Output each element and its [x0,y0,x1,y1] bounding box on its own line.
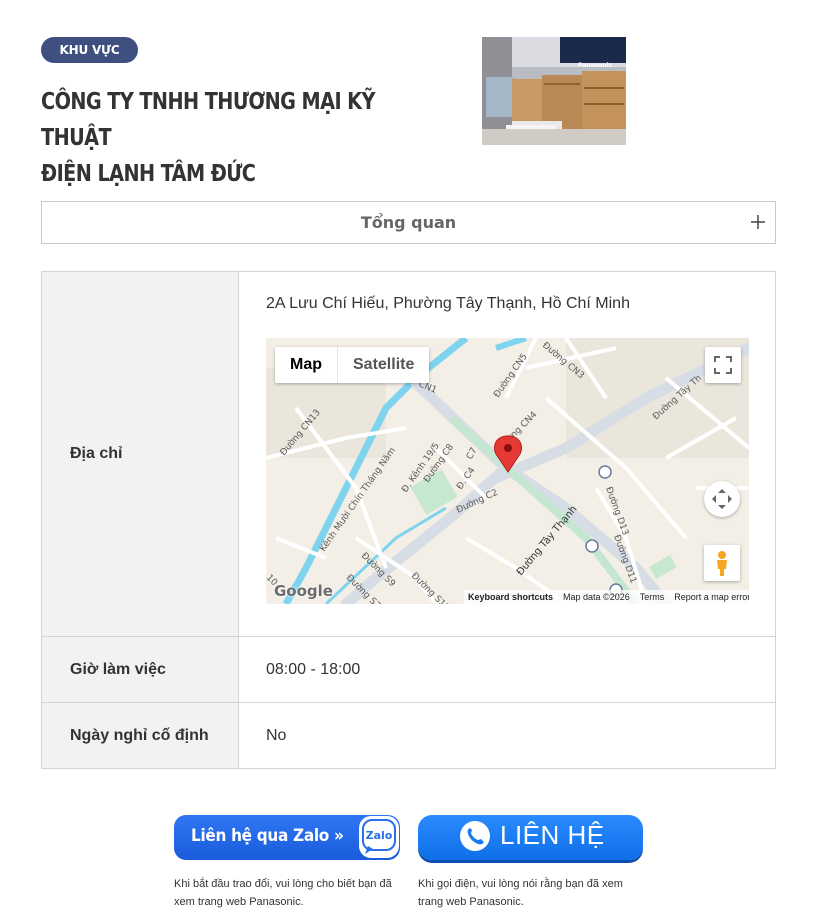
fullscreen-button[interactable] [705,347,741,383]
terms-link[interactable]: Terms [640,590,665,604]
google-logo: Google [274,582,333,600]
hours-value: 08:00 - 18:00 [238,636,776,703]
overview-accordion[interactable]: Tổng quan [41,201,776,244]
map-type-satellite-button[interactable]: Satellite [338,347,429,383]
map-type-map-button[interactable]: Map [275,347,338,383]
address-cell: 2A Lưu Chí Hiếu, Phường Tây Thạnh, Hồ Ch… [238,271,776,637]
zalo-icon: Zalo [359,816,399,858]
phone-icon [460,821,490,851]
details-table: Địa chỉ 2A Lưu Chí Hiếu, Phường Tây Thạn… [41,271,776,769]
map-data-text: Map data ©2026 [563,592,630,602]
pegman-icon [717,551,727,576]
holiday-label: Ngày nghỉ cố định [41,702,239,769]
title-line-2: ĐIỆN LẠNH TÂM ĐỨC [41,161,256,187]
photo-sign-text: Panasonic [578,62,613,69]
title-line-1: CÔNG TY TNHH THƯƠNG MẠI KỸ THUẬT [41,89,375,151]
zalo-note: Khi bắt đầu trao đổi, vui lòng cho biết … [174,878,392,908]
store-photo: Panasonic [482,37,626,145]
address-value: 2A Lưu Chí Hiếu, Phường Tây Thạnh, Hồ Ch… [266,295,630,312]
report-map-error-link[interactable]: Report a map error [674,590,749,604]
holiday-row: Ngày nghỉ cố định No [41,702,776,769]
move-arrows-icon [712,489,732,509]
map-attribution: Keyboard shortcuts Map data ©2026 Terms … [464,590,749,604]
address-row: Địa chỉ 2A Lưu Chí Hiếu, Phường Tây Thạn… [41,271,776,637]
street-view-pegman-button[interactable] [704,545,740,581]
call-button-label: LIÊN HỆ [500,820,605,850]
address-label: Địa chỉ [41,271,239,637]
holiday-value: No [238,702,776,769]
fullscreen-icon [714,356,732,374]
google-map[interactable]: Đường CN13 Đường CN5 Đường CN3 Đường CN4… [266,338,749,604]
map-type-control: Map Satellite [275,347,430,383]
hours-row: Giờ làm việc 08:00 - 18:00 [41,636,776,703]
call-note: Khi gọi điện, vui lòng nói rằng bạn đã x… [418,878,623,908]
zalo-logo-text: Zalo [366,829,393,842]
plus-icon[interactable] [749,213,767,231]
zalo-contact-button[interactable]: Liên hệ qua Zalo » Zalo [174,815,400,860]
page-title: CÔNG TY TNHH THƯƠNG MẠI KỸ THUẬT ĐIỆN LẠ… [41,84,441,192]
region-badge: KHU VỰC [41,37,138,63]
keyboard-shortcuts-link[interactable]: Keyboard shortcuts [468,590,553,604]
hours-label: Giờ làm việc [41,636,239,703]
call-contact-button[interactable]: LIÊN HỆ [418,815,643,860]
zalo-button-label: Liên hệ qua Zalo » [191,826,344,846]
camera-control-button[interactable] [704,481,740,517]
accordion-label: Tổng quan [360,213,457,232]
